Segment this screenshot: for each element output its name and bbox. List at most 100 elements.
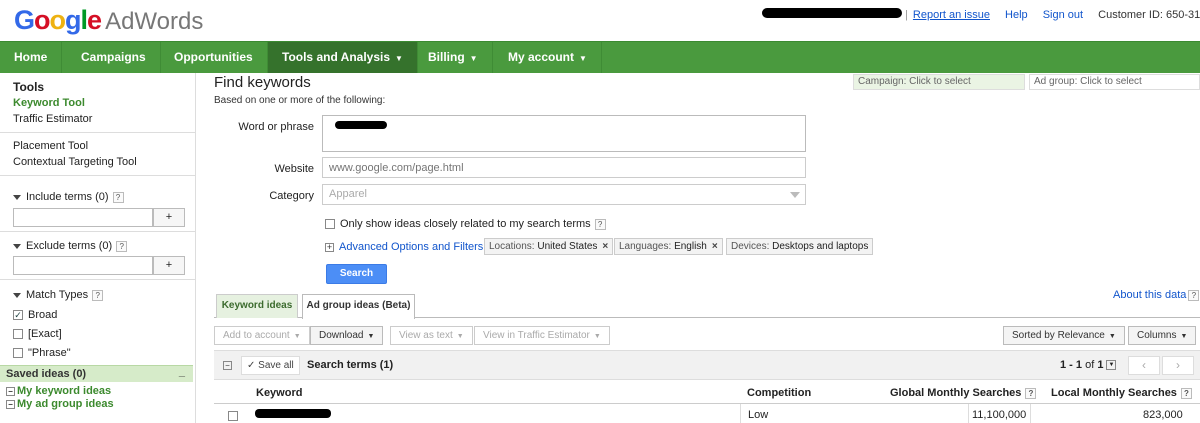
only-show-related-option[interactable]: Only show ideas closely related to my se…: [325, 218, 606, 230]
chevron-down-icon: ▼: [579, 54, 587, 63]
word-or-phrase-input[interactable]: [322, 115, 806, 152]
divider: [0, 279, 195, 280]
row-global-searches: 11,100,000: [972, 409, 1027, 421]
nav-opportunities[interactable]: Opportunities: [160, 42, 268, 73]
chevron-down-icon[interactable]: ▼: [1106, 360, 1117, 371]
help-icon[interactable]: ?: [92, 289, 104, 301]
website-input[interactable]: [322, 157, 806, 178]
minimize-icon[interactable]: _: [179, 366, 185, 378]
help-icon[interactable]: ?: [1025, 387, 1037, 399]
nav-home[interactable]: Home: [0, 42, 63, 73]
add-to-account-button[interactable]: Add to account ▼: [214, 326, 310, 345]
download-button[interactable]: Download ▼: [310, 326, 384, 345]
row-checkbox[interactable]: [228, 411, 238, 421]
category-select[interactable]: Apparel: [322, 184, 806, 205]
columns-button[interactable]: Columns ▼: [1128, 326, 1197, 345]
chip-key: Devices:: [731, 241, 770, 252]
sort-by-button[interactable]: Sorted by Relevance ▼: [1003, 326, 1125, 345]
sidebar-item-placement-tool[interactable]: Placement Tool: [13, 140, 88, 152]
help-icon[interactable]: ?: [1180, 387, 1192, 399]
redacted-user-email: [762, 8, 902, 18]
match-types-header[interactable]: Match Types?: [13, 289, 104, 301]
checkbox[interactable]: [13, 348, 23, 359]
collapse-icon[interactable]: −: [6, 386, 15, 396]
sidebar-item-traffic-estimator[interactable]: Traffic Estimator: [13, 113, 92, 125]
sidebar-item-keyword-tool[interactable]: Keyword Tool: [13, 97, 85, 109]
chip-key: Languages:: [619, 241, 672, 252]
advanced-options-toggle[interactable]: + Advanced Options and Filters: [325, 241, 483, 253]
match-broad-option[interactable]: ✓ Broad: [13, 309, 57, 321]
match-phrase-label: "Phrase": [28, 347, 71, 359]
view-as-text-button[interactable]: View as text ▼: [390, 326, 473, 345]
about-data-link[interactable]: About this data: [1113, 289, 1186, 301]
nav-my-account-label: My account: [508, 50, 575, 64]
sign-out-link[interactable]: Sign out: [1043, 9, 1083, 21]
column-header-keyword[interactable]: Keyword: [256, 387, 302, 399]
separator: |: [905, 9, 908, 21]
column-header-local-searches[interactable]: Local Monthly Searches?: [1051, 387, 1192, 399]
help-icon[interactable]: ?: [112, 191, 124, 203]
chevron-down-icon: ▼: [1108, 333, 1116, 340]
saved-ideas-header[interactable]: Saved ideas (0) _: [0, 365, 193, 382]
exclude-terms-input[interactable]: [13, 256, 153, 275]
checkbox-checked[interactable]: ✓: [13, 310, 23, 321]
include-terms-header[interactable]: Include terms (0)?: [13, 191, 124, 203]
collapse-icon[interactable]: −: [223, 361, 232, 370]
nav-tools-and-analysis[interactable]: Tools and Analysis ▼: [268, 42, 418, 73]
tab-ad-group-ideas[interactable]: Ad group ideas (Beta): [302, 294, 415, 319]
saved-keyword-ideas-link[interactable]: − My keyword ideas: [6, 385, 111, 397]
sidebar-item-contextual-targeting-tool[interactable]: Contextual Targeting Tool: [13, 156, 137, 168]
help-link[interactable]: Help: [1005, 9, 1028, 21]
exclude-terms-header[interactable]: Exclude terms (0)?: [13, 240, 128, 252]
match-broad-label: Broad: [28, 309, 58, 321]
include-terms-label: Include terms (0): [26, 191, 109, 203]
save-all-button[interactable]: ✓ Save all: [241, 356, 300, 375]
checkbox[interactable]: [325, 219, 335, 230]
divider: [0, 132, 195, 133]
pager: 1 - 1 of 1 ▼: [1060, 359, 1117, 371]
add-to-account-label: Add to account: [223, 330, 290, 341]
include-terms-input[interactable]: [13, 208, 153, 227]
triangle-down-icon: [13, 243, 21, 249]
help-icon[interactable]: ?: [1188, 289, 1200, 301]
remove-icon[interactable]: ×: [602, 241, 608, 252]
divider: [0, 231, 195, 232]
expand-icon[interactable]: +: [325, 242, 334, 252]
location-filter-chip[interactable]: Locations: United States ×: [484, 238, 614, 255]
help-icon[interactable]: ?: [116, 240, 128, 252]
sidebar: Tools Keyword Tool Traffic Estimator Pla…: [0, 73, 196, 423]
nav-campaigns[interactable]: Campaigns: [67, 42, 161, 73]
prev-page-button[interactable]: ‹: [1128, 356, 1160, 375]
campaign-selector[interactable]: Campaign: Click to select: [853, 74, 1025, 90]
column-header-competition[interactable]: Competition: [747, 387, 811, 399]
redacted-keyword: [255, 409, 331, 418]
collapse-icon[interactable]: −: [6, 399, 15, 409]
checkbox[interactable]: [13, 329, 23, 340]
about-this-data[interactable]: About this data?: [1113, 289, 1200, 301]
language-filter-chip[interactable]: Languages: English ×: [614, 238, 723, 255]
report-issue-link[interactable]: Report an issue: [913, 9, 990, 21]
search-button[interactable]: Search: [326, 264, 387, 284]
match-exact-option[interactable]: [Exact]: [13, 328, 62, 340]
remove-icon[interactable]: ×: [712, 241, 718, 252]
pager-total: 1: [1097, 359, 1104, 371]
chevron-down-icon: ▼: [395, 54, 403, 63]
nav-my-account[interactable]: My account ▼: [494, 42, 602, 73]
adwords-logo[interactable]: Google AdWords: [14, 5, 203, 36]
next-page-button[interactable]: ›: [1162, 356, 1194, 375]
column-header-global-searches[interactable]: Global Monthly Searches?: [890, 387, 1037, 399]
chevron-down-icon: ▼: [1180, 333, 1188, 340]
advanced-options-link[interactable]: Advanced Options and Filters: [339, 241, 483, 253]
saved-adgroup-ideas-link[interactable]: − My ad group ideas: [6, 398, 114, 410]
exclude-terms-add-button[interactable]: +: [153, 256, 185, 275]
adgroup-selector[interactable]: Ad group: Click to select: [1029, 74, 1200, 90]
nav-billing[interactable]: Billing ▼: [414, 42, 493, 73]
include-terms-add-button[interactable]: +: [153, 208, 185, 227]
divider: [968, 404, 969, 423]
view-in-traffic-estimator-button[interactable]: View in Traffic Estimator ▼: [474, 326, 610, 345]
device-filter-chip[interactable]: Devices: Desktops and laptops: [726, 238, 874, 255]
tab-keyword-ideas[interactable]: Keyword ideas: [216, 294, 298, 318]
columns-label: Columns: [1137, 330, 1177, 341]
match-phrase-option[interactable]: "Phrase": [13, 347, 71, 359]
help-icon[interactable]: ?: [594, 218, 606, 230]
